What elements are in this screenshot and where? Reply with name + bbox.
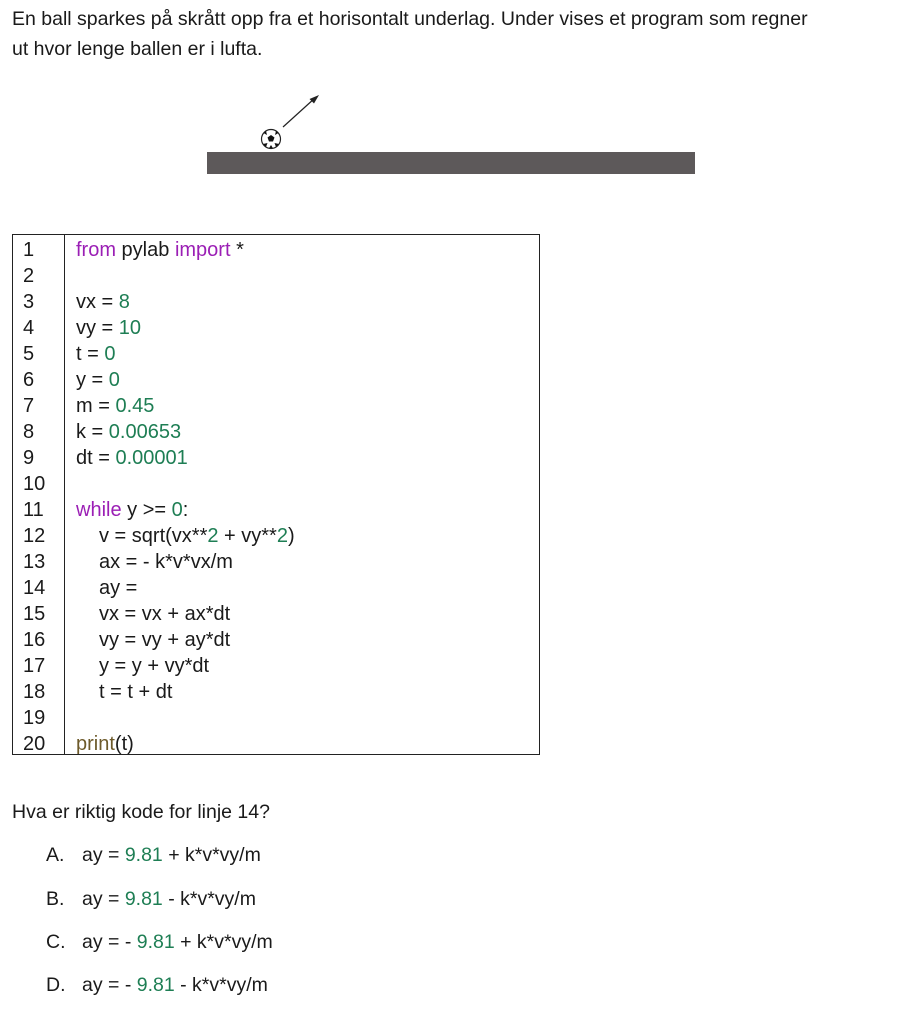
line-number: 17 xyxy=(23,655,46,677)
code-number: 0 xyxy=(171,499,183,521)
code-line-13: ax = - k*v*vx/m xyxy=(99,551,233,573)
option-text: + k*v*vy/m xyxy=(162,844,261,866)
code-number: 0.45 xyxy=(115,395,155,417)
ball-illustration xyxy=(207,95,695,174)
option-number: 9.81 xyxy=(136,974,175,996)
code-line-14: ay = xyxy=(99,577,138,599)
arrow-up-right-icon xyxy=(282,95,319,128)
option-text: ay = xyxy=(82,844,125,866)
code-line-15: vx = vx + ax*dt xyxy=(99,603,231,625)
code-number: 0 xyxy=(104,343,116,365)
code-number: 0.00653 xyxy=(108,421,182,443)
option-text: - k*v*vy/m xyxy=(174,974,268,996)
line-number: 19 xyxy=(23,707,46,729)
import-star: * xyxy=(230,239,244,261)
code-text: : xyxy=(182,499,189,521)
option-d[interactable]: D. ay = - 9.81 - k*v*vy/m xyxy=(46,971,268,999)
line-number: 20 xyxy=(23,733,46,755)
option-text: ay = - xyxy=(82,974,137,996)
option-text: ay = - xyxy=(82,931,137,953)
option-text: - k*v*vy/m xyxy=(162,888,256,910)
option-number: 9.81 xyxy=(136,931,175,953)
code-text: dt = xyxy=(76,447,116,469)
code-line-17: y = y + vy*dt xyxy=(99,655,210,677)
question-text: Hva er riktig kode for linje 14? xyxy=(12,801,270,823)
code-text: vx = xyxy=(76,291,119,313)
option-letter: C. xyxy=(46,931,66,953)
line-number: 15 xyxy=(23,603,46,625)
code-line-18: t = t + dt xyxy=(99,681,173,703)
code-line-7: m = 0.45 xyxy=(76,393,154,419)
keyword-while: while xyxy=(76,499,122,521)
line-number: 7 xyxy=(23,395,35,417)
code-line-16: vy = vy + ay*dt xyxy=(99,629,231,651)
line-number: 2 xyxy=(23,265,35,287)
code-number: 10 xyxy=(118,317,142,339)
line-number: 6 xyxy=(23,369,35,391)
option-text: + k*v*vy/m xyxy=(174,931,273,953)
line-number: 9 xyxy=(23,447,35,469)
code-text: v = sqrt(vx** xyxy=(99,525,208,547)
code-line-3: vx = 8 xyxy=(76,289,130,315)
option-letter: A. xyxy=(46,844,65,866)
keyword-from: from xyxy=(76,239,116,261)
line-number: 12 xyxy=(23,525,46,547)
option-number: 9.81 xyxy=(124,844,163,866)
code-number: 0.00001 xyxy=(115,447,188,469)
code-line-20: print(t) xyxy=(76,731,134,757)
line-number: 10 xyxy=(23,473,46,495)
code-text: ) xyxy=(287,525,295,547)
code-text: k = xyxy=(76,421,109,443)
code-line-1: from pylab import * xyxy=(76,237,244,263)
line-number: 14 xyxy=(23,577,46,599)
code-number: 2 xyxy=(276,525,288,547)
code-text: + vy** xyxy=(218,525,277,547)
code-text: m = xyxy=(76,395,116,417)
code-text: (t) xyxy=(114,733,134,755)
line-number: 4 xyxy=(23,317,35,339)
code-line-9: dt = 0.00001 xyxy=(76,445,188,471)
function-print: print xyxy=(76,733,115,755)
code-line-11: while y >= 0: xyxy=(76,497,188,523)
ground-surface xyxy=(207,152,695,174)
soccer-ball-icon xyxy=(260,128,282,150)
module-name: pylab xyxy=(116,239,175,261)
line-number: 18 xyxy=(23,681,46,703)
line-number: 13 xyxy=(23,551,46,573)
code-column: from pylab import * vx = 8 vy = 10 t = 0… xyxy=(76,235,539,757)
option-b[interactable]: B. ay = 9.81 - k*v*vy/m xyxy=(46,885,256,913)
code-text: y >= xyxy=(121,499,172,521)
code-text: vy = xyxy=(76,317,119,339)
code-line-8: k = 0.00653 xyxy=(76,419,181,445)
code-line-5: t = 0 xyxy=(76,341,115,367)
code-listing: 1 2 3 4 5 6 7 8 9 10 11 12 13 14 15 16 1… xyxy=(12,234,540,755)
code-line-4: vy = 10 xyxy=(76,315,141,341)
code-text: t = xyxy=(76,343,105,365)
code-number: 8 xyxy=(118,291,130,313)
line-number-column: 1 2 3 4 5 6 7 8 9 10 11 12 13 14 15 16 1… xyxy=(13,235,65,755)
keyword-import: import xyxy=(174,239,231,261)
line-number: 8 xyxy=(23,421,35,443)
code-number: 0 xyxy=(108,369,120,391)
option-number: 9.81 xyxy=(124,888,163,910)
line-number: 1 xyxy=(23,239,35,261)
option-letter: D. xyxy=(46,974,66,996)
option-a[interactable]: A. ay = 9.81 + k*v*vy/m xyxy=(46,841,261,869)
code-text: y = xyxy=(76,369,109,391)
option-letter: B. xyxy=(46,888,65,910)
code-number: 2 xyxy=(207,525,219,547)
code-line-12: v = sqrt(vx**2 + vy**2) xyxy=(99,523,295,549)
line-number: 16 xyxy=(23,629,46,651)
option-text: ay = xyxy=(82,888,125,910)
line-number: 5 xyxy=(23,343,35,365)
line-number: 3 xyxy=(23,291,35,313)
option-c[interactable]: C. ay = - 9.81 + k*v*vy/m xyxy=(46,928,273,956)
line-number: 11 xyxy=(23,499,44,521)
code-line-6: y = 0 xyxy=(76,367,120,393)
